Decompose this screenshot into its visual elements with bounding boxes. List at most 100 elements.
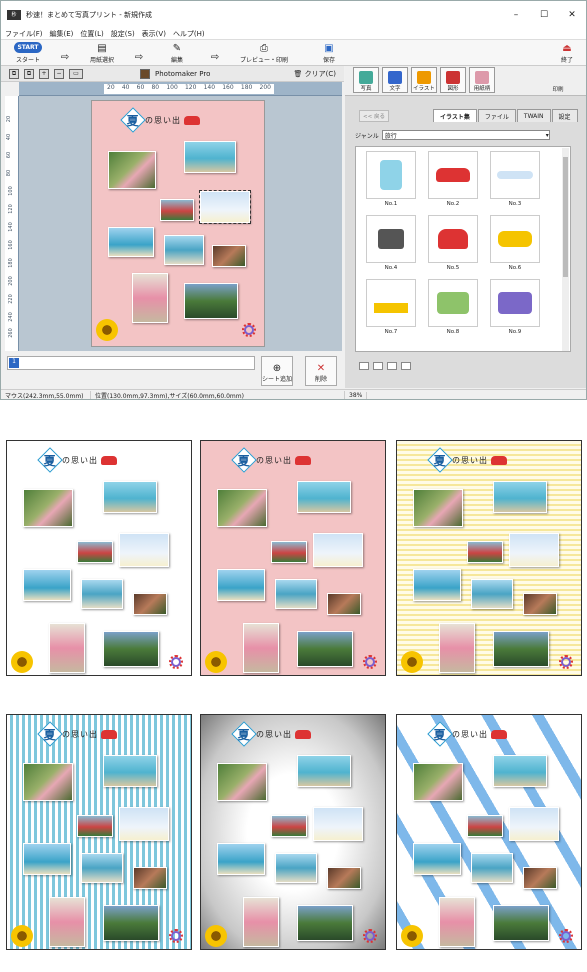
close-button[interactable]: ✕: [558, 10, 586, 20]
menu-position[interactable]: 位置(L): [80, 29, 103, 39]
photo: [119, 807, 169, 841]
illust-item[interactable]: No.4: [364, 215, 418, 271]
train-icon: [490, 279, 540, 327]
photo-street[interactable]: [212, 245, 246, 267]
exit-button[interactable]: ⏏ 終了: [552, 41, 582, 65]
menu-edit[interactable]: 編集(E): [50, 29, 74, 39]
zoom-level: 38%: [345, 392, 368, 399]
photo: [297, 631, 353, 667]
photo-flower-field[interactable]: [160, 199, 194, 221]
view-list-icon[interactable]: [359, 362, 369, 370]
sunflower-icon: [401, 925, 423, 947]
photo-tool-label: 写真: [360, 86, 372, 92]
illust-tool-button[interactable]: イラスト: [411, 67, 437, 93]
summer-badge: 夏: [427, 447, 453, 473]
ruler-tick: 100: [166, 84, 178, 91]
tab-settings[interactable]: 設定: [551, 109, 578, 122]
print-button[interactable]: 印刷: [538, 67, 578, 93]
illust-scrollbar[interactable]: [562, 148, 569, 351]
illust-item[interactable]: No.9: [488, 279, 542, 335]
photo: [297, 905, 353, 941]
photo: [297, 481, 351, 513]
photo-girl-flowers[interactable]: [108, 151, 156, 189]
view-medium-icon[interactable]: [387, 362, 397, 370]
text-tool-button[interactable]: 文字: [382, 67, 408, 93]
edit-button[interactable]: ✎ 編集: [153, 41, 201, 65]
firework-icon: [559, 929, 573, 943]
sheet-list[interactable]: 1: [7, 356, 255, 370]
photo-beach-people[interactable]: [108, 227, 154, 257]
illust-item[interactable]: No.2: [426, 151, 480, 207]
photo: [493, 631, 549, 667]
illust-item[interactable]: No.5: [426, 215, 480, 271]
illust-item[interactable]: No.8: [426, 279, 480, 335]
save-button[interactable]: ▣ 保存: [299, 41, 359, 65]
menu-settings[interactable]: 設定(S): [111, 29, 135, 39]
photo-mountain-lake[interactable]: [184, 283, 238, 319]
view-small-icon[interactable]: [373, 362, 383, 370]
scroll-thumb[interactable]: [563, 157, 568, 277]
ruler-tick: 180: [7, 258, 14, 268]
illust-item[interactable]: No.6: [488, 215, 542, 271]
car-icon: [295, 455, 311, 465]
illust-item[interactable]: No.7: [364, 279, 418, 335]
edit-canvas[interactable]: 夏 の思い出: [19, 96, 342, 351]
ruler-tick: 180: [240, 84, 253, 91]
illust-item[interactable]: No.3: [488, 151, 542, 207]
photo: [217, 489, 267, 527]
paper-select-button[interactable]: ▤ 用紙選択: [79, 41, 125, 65]
edit-label: 編集: [170, 57, 183, 64]
clear-button[interactable]: 🗑 クリア(C): [294, 69, 336, 79]
tab-illust[interactable]: イラスト集: [433, 109, 477, 122]
fit-icon[interactable]: ▭: [69, 68, 83, 79]
title-decoration: 夏の思い出: [231, 721, 311, 747]
menu-file[interactable]: ファイル(F): [5, 29, 43, 39]
photo: [133, 593, 167, 615]
menu-view[interactable]: 表示(V): [142, 29, 166, 39]
delete-sheet-button[interactable]: ✕ 削除: [305, 356, 337, 386]
minimize-button[interactable]: –: [502, 10, 530, 20]
photomaker-icon: [140, 68, 150, 79]
window-title: 秒速！まとめて写真プリント - 新規作成: [26, 10, 152, 19]
photo: [413, 569, 461, 601]
sample-blue-stripes: 夏の思い出: [6, 714, 192, 950]
preview-print-button[interactable]: ⎙ プレビュー・印刷: [229, 41, 299, 65]
genre-select[interactable]: 旅行 ▾: [381, 130, 550, 140]
add-sheet-button[interactable]: ⊕ シート追加: [261, 356, 293, 386]
sunflower-icon[interactable]: [96, 319, 118, 341]
photo-white-flower-selected[interactable]: [199, 190, 251, 224]
paper-pattern-button[interactable]: 用紙柄: [469, 67, 495, 93]
photo-birds-sea[interactable]: [164, 235, 204, 265]
menu-help[interactable]: ヘルプ(H): [173, 29, 205, 39]
zoom-in-icon[interactable]: +: [39, 68, 49, 79]
zoom-out-icon[interactable]: −: [54, 68, 64, 79]
sheet-number[interactable]: 1: [9, 358, 19, 368]
photo: [327, 593, 361, 615]
right-toolbar: 写真 文字 イラスト 図形 用紙柄 印刷: [345, 66, 586, 96]
photo: [523, 867, 557, 889]
shape-tool-button[interactable]: 図形: [440, 67, 466, 93]
photo-tool-button[interactable]: 写真: [353, 67, 379, 93]
ruler-tick: 60: [6, 151, 13, 159]
red-car-icon: [428, 151, 478, 199]
photo: [81, 853, 123, 883]
print-page[interactable]: 夏 の思い出: [91, 100, 265, 347]
back-button[interactable]: << 戻る: [359, 110, 389, 122]
tab-twain[interactable]: TWAIN: [516, 109, 551, 122]
paste-icon[interactable]: ⧉: [24, 68, 34, 79]
title-decoration[interactable]: 夏 の思い出: [120, 107, 200, 133]
copy-icon[interactable]: ⧉: [9, 68, 19, 79]
photo: [313, 533, 363, 567]
start-button[interactable]: START スタート: [5, 42, 51, 64]
photo-beach-pier[interactable]: [184, 141, 236, 173]
illust-item[interactable]: No.1: [364, 151, 418, 207]
photo-girl-kimono[interactable]: [132, 273, 168, 323]
tab-file[interactable]: ファイル: [477, 109, 516, 122]
summer-kanji: 夏: [43, 453, 57, 468]
photo: [243, 623, 279, 673]
ruler-tick: 200: [259, 84, 271, 91]
photo: [217, 763, 267, 801]
view-large-icon[interactable]: [401, 362, 411, 370]
firework-icon[interactable]: [242, 323, 256, 337]
maximize-button[interactable]: ☐: [530, 10, 558, 20]
